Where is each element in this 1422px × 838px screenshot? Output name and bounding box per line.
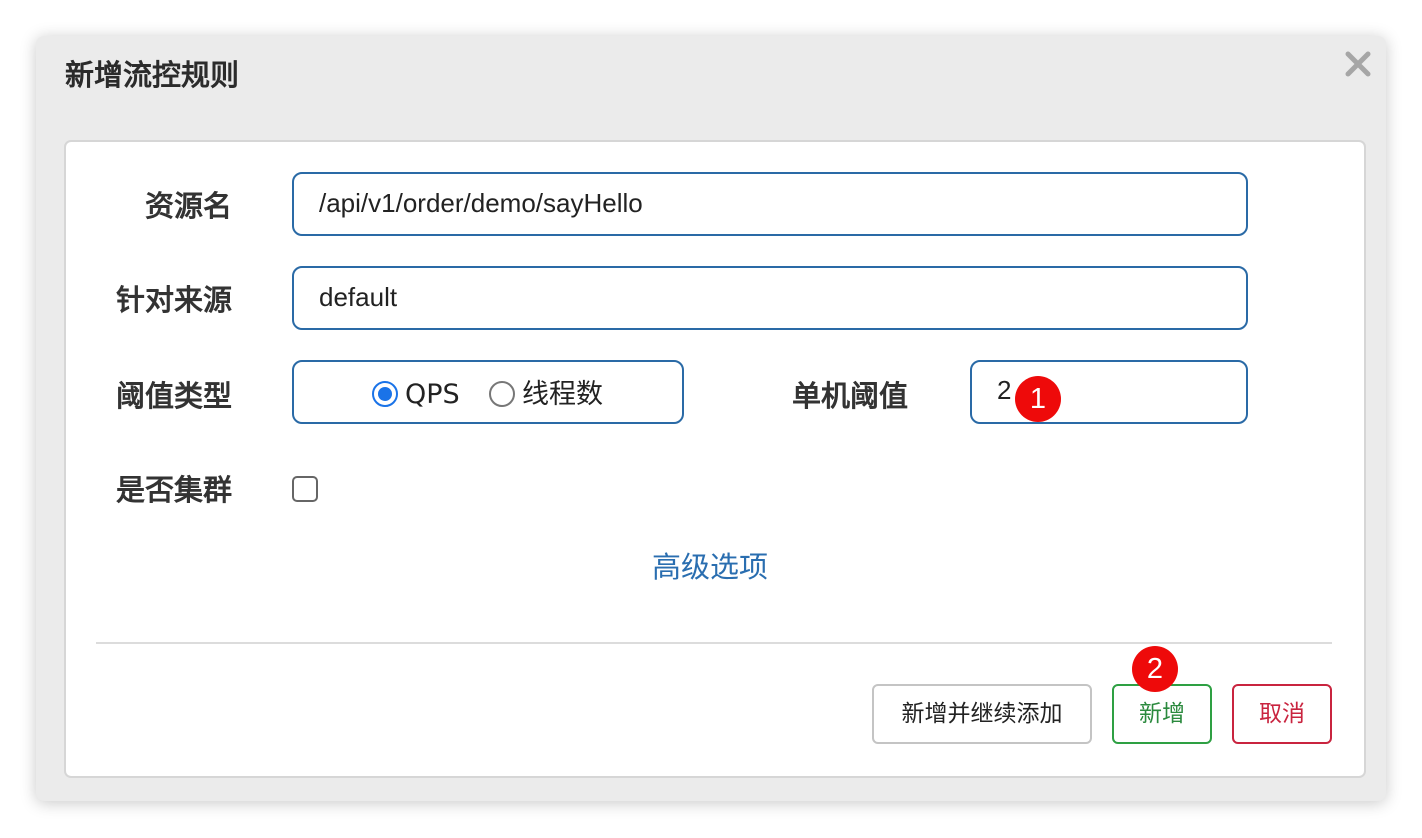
dialog-title: 新增流控规则: [65, 58, 240, 92]
add-button[interactable]: 新增: [1112, 684, 1212, 744]
count-input[interactable]: 2: [970, 360, 1248, 424]
annotation-marker-1: 1: [1015, 376, 1061, 422]
add-and-continue-button[interactable]: 新增并继续添加: [872, 684, 1092, 744]
close-icon[interactable]: [1336, 42, 1380, 86]
resource-name-input[interactable]: /api/v1/order/demo/sayHello: [292, 172, 1248, 236]
footer-divider: [96, 642, 1332, 644]
thread-count-radio-label: 线程数: [522, 379, 603, 410]
advanced-options-link[interactable]: 高级选项: [652, 547, 768, 587]
grade-label: 阈值类型: [115, 379, 232, 413]
limit-app-label: 针对来源: [115, 283, 232, 317]
annotation-marker-2: 2: [1132, 646, 1178, 692]
resource-name-label: 资源名: [144, 189, 232, 223]
qps-radio-label: QPS: [405, 379, 460, 410]
cancel-button[interactable]: 取消: [1232, 684, 1332, 744]
limit-app-input[interactable]: default: [292, 266, 1248, 330]
qps-radio[interactable]: [372, 381, 398, 407]
thread-count-radio[interactable]: [489, 381, 515, 407]
grade-radio-group: QPS 线程数: [292, 360, 684, 424]
cluster-mode-label: 是否集群: [115, 473, 232, 507]
flow-rule-dialog: 新增流控规则 资源名 /api/v1/order/demo/sayHello 针…: [36, 36, 1386, 801]
count-label: 单机阈值: [791, 379, 908, 413]
cluster-mode-checkbox[interactable]: [292, 476, 318, 502]
